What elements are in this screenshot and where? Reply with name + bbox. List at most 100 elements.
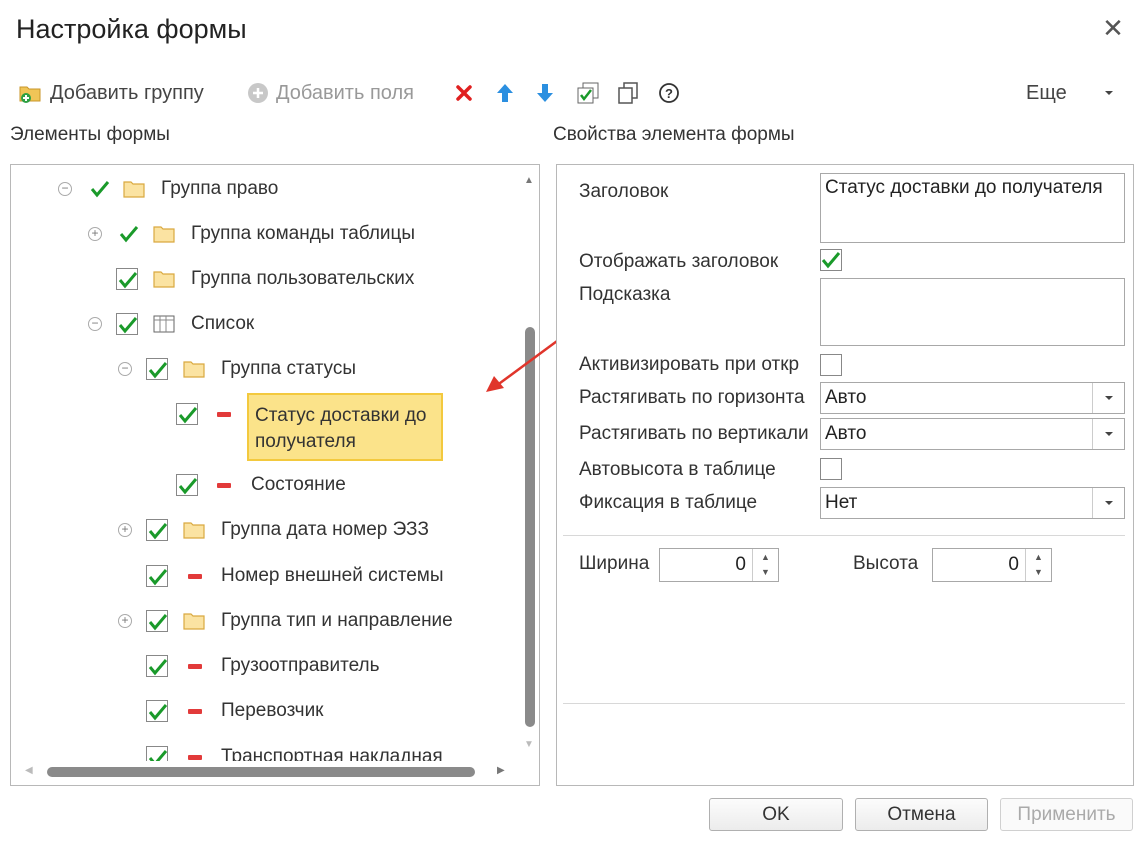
apply-button[interactable]: Применить	[1000, 798, 1133, 831]
tree-item-label: Состояние	[251, 474, 346, 495]
autoheight-checkbox[interactable]	[820, 458, 842, 480]
help-icon[interactable]: ?	[657, 81, 681, 105]
scroll-down-icon[interactable]: ▼	[524, 739, 534, 750]
horizontal-scroll-thumb[interactable]	[47, 767, 475, 777]
checkbox[interactable]	[146, 610, 168, 632]
scroll-right-icon[interactable]: ▶	[497, 765, 505, 776]
tree-item-waybill[interactable]: Транспортная накладная	[11, 737, 511, 761]
checkbox[interactable]	[146, 565, 168, 587]
checkmark-icon[interactable]	[118, 223, 140, 245]
checkbox[interactable]	[176, 403, 198, 425]
checkbox[interactable]	[146, 700, 168, 722]
title-input[interactable]: Статус доставки до получателя	[820, 173, 1125, 243]
spin-down-icon[interactable]: ▼	[761, 567, 770, 577]
tree-item-list[interactable]: − Список	[11, 304, 511, 344]
element-properties-label: Свойства элемента формы	[553, 124, 795, 145]
activate-label: Активизировать при откр	[579, 354, 800, 375]
expand-icon[interactable]: +	[118, 614, 132, 628]
cancel-button[interactable]: Отмена	[855, 798, 988, 831]
spinner-arrows[interactable]: ▲ ▼	[1025, 549, 1051, 581]
tree-item-group-type-direction[interactable]: + Группа тип и направление	[11, 601, 511, 641]
add-circle-icon	[248, 83, 268, 103]
stretch-vertical-label: Растягивать по вертикали	[579, 423, 809, 444]
field-icon	[217, 412, 231, 417]
activate-checkbox[interactable]	[820, 354, 842, 376]
field-icon	[188, 664, 202, 669]
height-spinner[interactable]: 0 ▲ ▼	[932, 548, 1052, 582]
field-icon	[188, 755, 202, 760]
horizontal-scrollbar[interactable]: ◀ ▶	[19, 763, 529, 779]
scroll-left-icon[interactable]: ◀	[25, 765, 33, 776]
tree-item-group-table-commands[interactable]: + Группа команды таблицы	[11, 214, 511, 254]
collapse-icon[interactable]: −	[88, 317, 102, 331]
checkbox[interactable]	[116, 313, 138, 335]
tree-item-group-statuses[interactable]: − Группа статусы	[11, 349, 511, 389]
dialog-title: Настройка формы	[16, 14, 247, 44]
fix-in-table-value: Нет	[825, 492, 858, 513]
scroll-up-icon[interactable]: ▲	[524, 175, 534, 186]
move-down-icon[interactable]	[533, 81, 557, 105]
chevron-down-icon[interactable]	[1092, 383, 1124, 413]
delete-icon[interactable]	[452, 81, 476, 105]
checkmark-icon[interactable]	[89, 178, 111, 200]
tree-item-state[interactable]: Состояние	[11, 465, 511, 505]
spin-down-icon[interactable]: ▼	[1034, 567, 1043, 577]
collapse-icon[interactable]: −	[118, 362, 132, 376]
vertical-scrollbar[interactable]: ▲ ▼	[521, 171, 537, 751]
svg-text:?: ?	[665, 86, 673, 101]
stretch-horizontal-select[interactable]: Авто	[820, 382, 1125, 414]
close-icon[interactable]: ✕	[1099, 14, 1127, 42]
tree-item-group-user[interactable]: Группа пользовательских	[11, 259, 511, 299]
chevron-down-icon[interactable]	[1092, 488, 1124, 518]
tree-item-carrier[interactable]: Перевозчик	[11, 691, 511, 731]
selected-tree-item[interactable]: Статус доставки до получателя	[247, 393, 443, 461]
tree-item-shipper[interactable]: Грузоотправитель	[11, 646, 511, 686]
width-spinner[interactable]: 0 ▲ ▼	[659, 548, 779, 582]
add-group-label: Добавить группу	[50, 81, 204, 104]
chevron-down-icon[interactable]	[1092, 419, 1124, 449]
expand-icon[interactable]: +	[88, 227, 102, 241]
add-fields-button[interactable]: Добавить поля	[246, 75, 414, 111]
show-title-label: Отображать заголовок	[579, 251, 779, 272]
tree-item-label: Группа команды таблицы	[191, 223, 416, 244]
folder-icon	[183, 522, 205, 539]
title-label: Заголовок	[579, 181, 669, 202]
spinner-arrows[interactable]: ▲ ▼	[752, 549, 778, 581]
checkbox[interactable]	[146, 358, 168, 380]
hint-input[interactable]	[820, 278, 1125, 346]
stretch-vertical-select[interactable]: Авто	[820, 418, 1125, 450]
show-title-checkbox[interactable]	[820, 249, 842, 271]
tree-item-label: Перевозчик	[221, 700, 324, 721]
ok-button[interactable]: OK	[709, 798, 843, 831]
chevron-down-icon[interactable]	[1097, 81, 1121, 105]
move-up-icon[interactable]	[493, 81, 517, 105]
tree-item-group-date-number[interactable]: + Группа дата номер ЭЗЗ	[11, 510, 511, 550]
checkbox[interactable]	[176, 474, 198, 496]
copy-icon[interactable]	[616, 81, 640, 105]
field-icon	[188, 709, 202, 714]
tree-item-external-number[interactable]: Номер внешней системы	[11, 556, 511, 596]
form-elements-tree[interactable]: − Группа право + Группа команды таблицы …	[10, 164, 540, 786]
folder-icon	[183, 613, 205, 630]
expand-icon[interactable]: +	[118, 523, 132, 537]
more-button[interactable]: Еще	[1026, 75, 1067, 111]
width-label: Ширина	[579, 553, 650, 574]
tree-item-label: Список	[191, 313, 255, 334]
folder-add-icon	[19, 86, 41, 103]
tree-item-group-right[interactable]: − Группа право	[11, 169, 511, 209]
add-fields-label: Добавить поля	[276, 81, 414, 104]
checkbox[interactable]	[146, 746, 168, 761]
table-icon	[153, 315, 175, 333]
checkbox[interactable]	[146, 519, 168, 541]
spin-up-icon[interactable]: ▲	[1034, 552, 1043, 562]
add-group-button[interactable]: Добавить группу	[18, 75, 204, 111]
tree-item-label: Грузоотправитель	[221, 655, 380, 676]
collapse-icon[interactable]: −	[58, 182, 72, 196]
checkbox[interactable]	[146, 655, 168, 677]
spin-up-icon[interactable]: ▲	[761, 552, 770, 562]
stretch-vertical-value: Авто	[825, 423, 867, 444]
fix-in-table-select[interactable]: Нет	[820, 487, 1125, 519]
tree-item-label: Группа статусы	[221, 358, 356, 379]
checkbox[interactable]	[116, 268, 138, 290]
check-all-icon[interactable]	[576, 81, 600, 105]
